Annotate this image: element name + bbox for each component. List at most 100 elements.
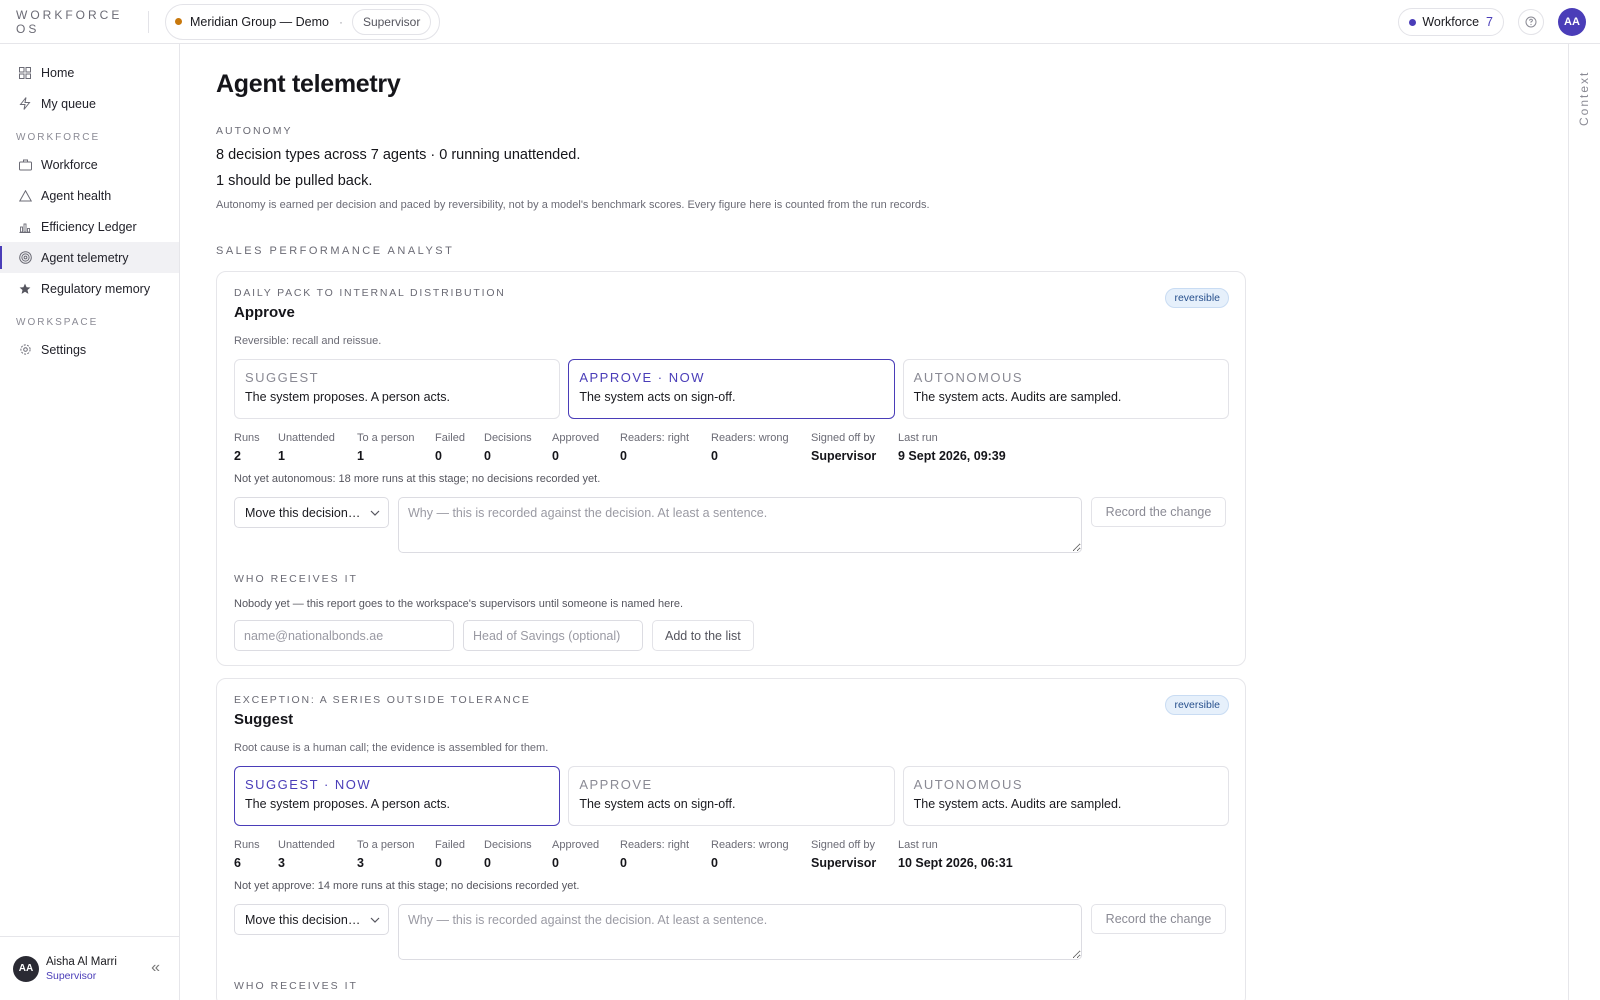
stage-suggest[interactable]: SUGGEST The system proposes. A person ac…	[234, 359, 561, 419]
decision-card: EXCEPTION: A SERIES OUTSIDE TOLERANCE Su…	[216, 678, 1246, 1000]
top-bar: WORKFORCE OS Meridian Group — Demo · Sup…	[0, 0, 1600, 44]
metric-runs: Runs 2	[234, 432, 278, 463]
metric-decisions: Decisions 0	[484, 839, 552, 870]
stage-name: SUGGEST · NOW	[245, 777, 372, 792]
star-icon	[18, 282, 32, 296]
metric-value: Supervisor	[811, 449, 877, 463]
move-decision-select[interactable]: Move this decision…	[234, 904, 389, 935]
metric-last-run: Last run 10 Sept 2026, 06:31	[898, 839, 1048, 870]
decision-card: DAILY PACK TO INTERNAL DISTRIBUTION Appr…	[216, 271, 1246, 666]
metric-value: 0	[552, 449, 559, 463]
metric-to-person: To a person 3	[357, 839, 435, 870]
metric-decisions: Decisions 0	[484, 432, 552, 463]
change-controls: Move this decision… Record the change	[234, 904, 1229, 960]
metric-to-person: To a person 1	[357, 432, 435, 463]
decision-title: Suggest	[234, 711, 294, 728]
record-change-button[interactable]: Record the change	[1091, 904, 1226, 934]
metric-value: 0	[711, 856, 718, 870]
metric-label: Failed	[435, 839, 465, 851]
context-rail-label: Context	[1577, 70, 1591, 126]
move-decision-select[interactable]: Move this decision…	[234, 497, 389, 528]
sidebar-item-agent-health[interactable]: Agent health	[0, 180, 179, 211]
autonomy-note: Autonomy is earned per decision and pace…	[216, 199, 930, 211]
stage-autonomous[interactable]: AUTONOMOUS The system acts. Audits are s…	[902, 359, 1229, 419]
metric-label: Unattended	[278, 432, 335, 444]
sidebar-item-settings[interactable]: Settings	[0, 334, 179, 365]
metric-label: Last run	[898, 432, 938, 444]
metric-failed: Failed 0	[435, 432, 484, 463]
summary-line: 1 should be pulled back.	[216, 173, 373, 189]
decision-subtitle: Reversible: recall and reissue.	[234, 335, 382, 347]
workforce-dot	[1409, 18, 1417, 26]
metric-label: Readers: right	[620, 432, 690, 444]
stage-autonomous[interactable]: AUTONOMOUS The system acts. Audits are s…	[902, 766, 1229, 826]
reason-textarea[interactable]	[398, 904, 1082, 960]
stage-name: SUGGEST	[245, 370, 320, 385]
metric-value: 0	[620, 856, 627, 870]
sidebar-item-my-queue[interactable]: My queue	[0, 88, 179, 119]
section-title: SALES PERFORMANCE ANALYST	[216, 245, 455, 257]
record-change-button[interactable]: Record the change	[1091, 497, 1226, 527]
workforce-pill[interactable]: Workforce 7	[1398, 8, 1504, 36]
stage-suggest[interactable]: SUGGEST · NOW The system proposes. A per…	[234, 766, 561, 826]
sidebar-item-agent-telemetry[interactable]: Agent telemetry	[0, 242, 179, 273]
sidebar-item-efficiency-ledger[interactable]: Efficiency Ledger	[0, 211, 179, 242]
context-rail[interactable]: Context	[1568, 44, 1600, 1000]
metrics-row: Runs 2 Unattended 1 To a person 1 Failed 0 D…	[234, 432, 1229, 463]
metric-value: 1	[357, 449, 364, 463]
email-field[interactable]	[234, 620, 454, 651]
metric-value: 0	[484, 856, 491, 870]
metric-label: Signed off by	[811, 839, 876, 851]
metric-label: To a person	[357, 839, 415, 851]
sidebar: Home My queue WORKFORCE Workforce Agent …	[0, 44, 180, 1000]
autonomy-eyebrow: AUTONOMY	[216, 125, 293, 137]
metric-label: Readers: wrong	[711, 432, 789, 444]
stage-approve[interactable]: APPROVE The system acts on sign-off.	[568, 766, 895, 826]
metric-signed-off-by: Signed off by Supervisor	[811, 432, 898, 463]
role-field[interactable]	[463, 620, 643, 651]
reason-textarea[interactable]	[398, 497, 1082, 553]
sidebar-item-regulatory-memory[interactable]: Regulatory memory	[0, 273, 179, 304]
org-switcher[interactable]: Meridian Group — Demo · Supervisor	[165, 3, 441, 40]
stage-name: AUTONOMOUS	[913, 370, 1024, 385]
metric-readers-wrong: Readers: wrong 0	[711, 839, 811, 870]
sidebar-item-label: Settings	[41, 342, 87, 357]
stage-approve[interactable]: APPROVE · NOW The system acts on sign-of…	[568, 359, 895, 419]
collapse-sidebar-button[interactable]: «	[151, 959, 160, 977]
sidebar-user: AA Aisha Al Marri Supervisor «	[0, 936, 180, 1000]
stage-description: The system acts on sign-off.	[579, 390, 736, 404]
stage-name: APPROVE	[579, 777, 653, 792]
avatar[interactable]: AA	[13, 955, 39, 982]
sidebar-item-label: Regulatory memory	[41, 281, 151, 296]
gear-icon	[18, 343, 32, 357]
user-avatar[interactable]: AA	[1558, 8, 1586, 36]
metrics-row: Runs 6 Unattended 3 To a person 3 Failed 0 D…	[234, 839, 1229, 870]
metric-label: Runs	[234, 432, 260, 444]
sidebar-item-label: Agent health	[41, 188, 112, 203]
autonomy-summary: 8 decision types across 7 agents · 0 run…	[216, 142, 1246, 194]
stage-description: The system acts. Audits are sampled.	[913, 797, 1122, 811]
metric-value: 0	[435, 856, 442, 870]
stage-description: The system acts on sign-off.	[579, 797, 736, 811]
workforce-label: Workforce	[1422, 15, 1480, 29]
recipient-form: Add to the list	[234, 620, 1229, 651]
sidebar-item-workforce[interactable]: Workforce	[0, 149, 179, 180]
metric-value: 1	[278, 449, 285, 463]
sidebar-item-home[interactable]: Home	[0, 57, 179, 88]
warning-triangle-icon	[18, 189, 32, 203]
add-recipient-button[interactable]: Add to the list	[652, 620, 754, 651]
summary-line: 8 decision types across 7 agents · 0 run…	[216, 147, 581, 163]
role-pill[interactable]: Supervisor	[351, 8, 432, 35]
progress-status: Not yet approve: 14 more runs at this st…	[234, 880, 580, 892]
metric-value: 0	[552, 856, 559, 870]
metric-label: To a person	[357, 432, 415, 444]
sidebar-item-label: Workforce	[41, 157, 98, 172]
metric-value: 0	[484, 449, 491, 463]
metric-label: Decisions	[484, 839, 532, 851]
decision-eyebrow: EXCEPTION: A SERIES OUTSIDE TOLERANCE	[234, 694, 531, 706]
decision-eyebrow: DAILY PACK TO INTERNAL DISTRIBUTION	[234, 287, 506, 299]
metric-label: Approved	[552, 432, 600, 444]
select-value: Move this decision…	[245, 505, 361, 520]
chevron-down-icon	[370, 917, 380, 923]
help-button[interactable]	[1518, 9, 1544, 35]
